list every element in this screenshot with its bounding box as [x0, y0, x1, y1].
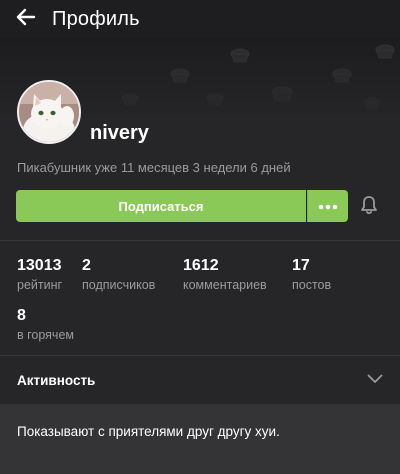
bio-card: Показывают с приятелями друг другу хуи.: [0, 404, 400, 474]
bell-icon: [360, 195, 378, 220]
stat-label: рейтинг: [17, 278, 63, 292]
username: nivery: [90, 122, 149, 144]
stat-posts[interactable]: 17 постов: [292, 257, 331, 293]
stat-label: подписчиков: [82, 278, 156, 292]
activity-label: Активность: [17, 372, 96, 388]
bio-text: Показывают с приятелями друг другу хуи.: [17, 424, 280, 439]
chevron-down-icon: [367, 371, 383, 389]
avatar[interactable]: [17, 80, 81, 144]
more-options-button[interactable]: [307, 190, 348, 222]
stat-value: 8: [17, 307, 26, 324]
stat-value: 17: [292, 257, 310, 274]
stat-value: 2: [82, 257, 91, 274]
stat-value: 1612: [183, 257, 219, 274]
subscribe-row: Подписаться: [16, 190, 348, 222]
cat-avatar-image: [19, 82, 79, 142]
top-bar: Профиль: [0, 0, 400, 38]
notifications-bell-button[interactable]: [358, 195, 380, 220]
divider: [0, 240, 400, 241]
stat-subscribers[interactable]: 2 подписчиков: [82, 257, 155, 293]
stat-label: комментариев: [183, 278, 267, 292]
stat-label: постов: [292, 278, 332, 292]
activity-toggle[interactable]: Активность: [0, 356, 400, 404]
more-dots-icon: [318, 197, 338, 215]
profile-screen: Профиль nivery Пикабушник уже 11 месяцев…: [0, 0, 400, 474]
subscribe-button[interactable]: Подписаться: [16, 190, 306, 222]
page-title: Профиль: [52, 7, 140, 30]
stat-value: 13013: [17, 257, 62, 274]
stat-hot[interactable]: 8 в горячем: [17, 307, 74, 343]
member-since-text: Пикабушник уже 11 месяцев 3 недели 6 дне…: [17, 160, 291, 175]
stat-comments[interactable]: 1612 комментариев: [183, 257, 267, 293]
back-button[interactable]: [0, 0, 52, 38]
arrow-left-icon: [15, 6, 37, 33]
stat-label: в горячем: [17, 328, 74, 342]
stat-rating[interactable]: 13013 рейтинг: [17, 257, 62, 293]
